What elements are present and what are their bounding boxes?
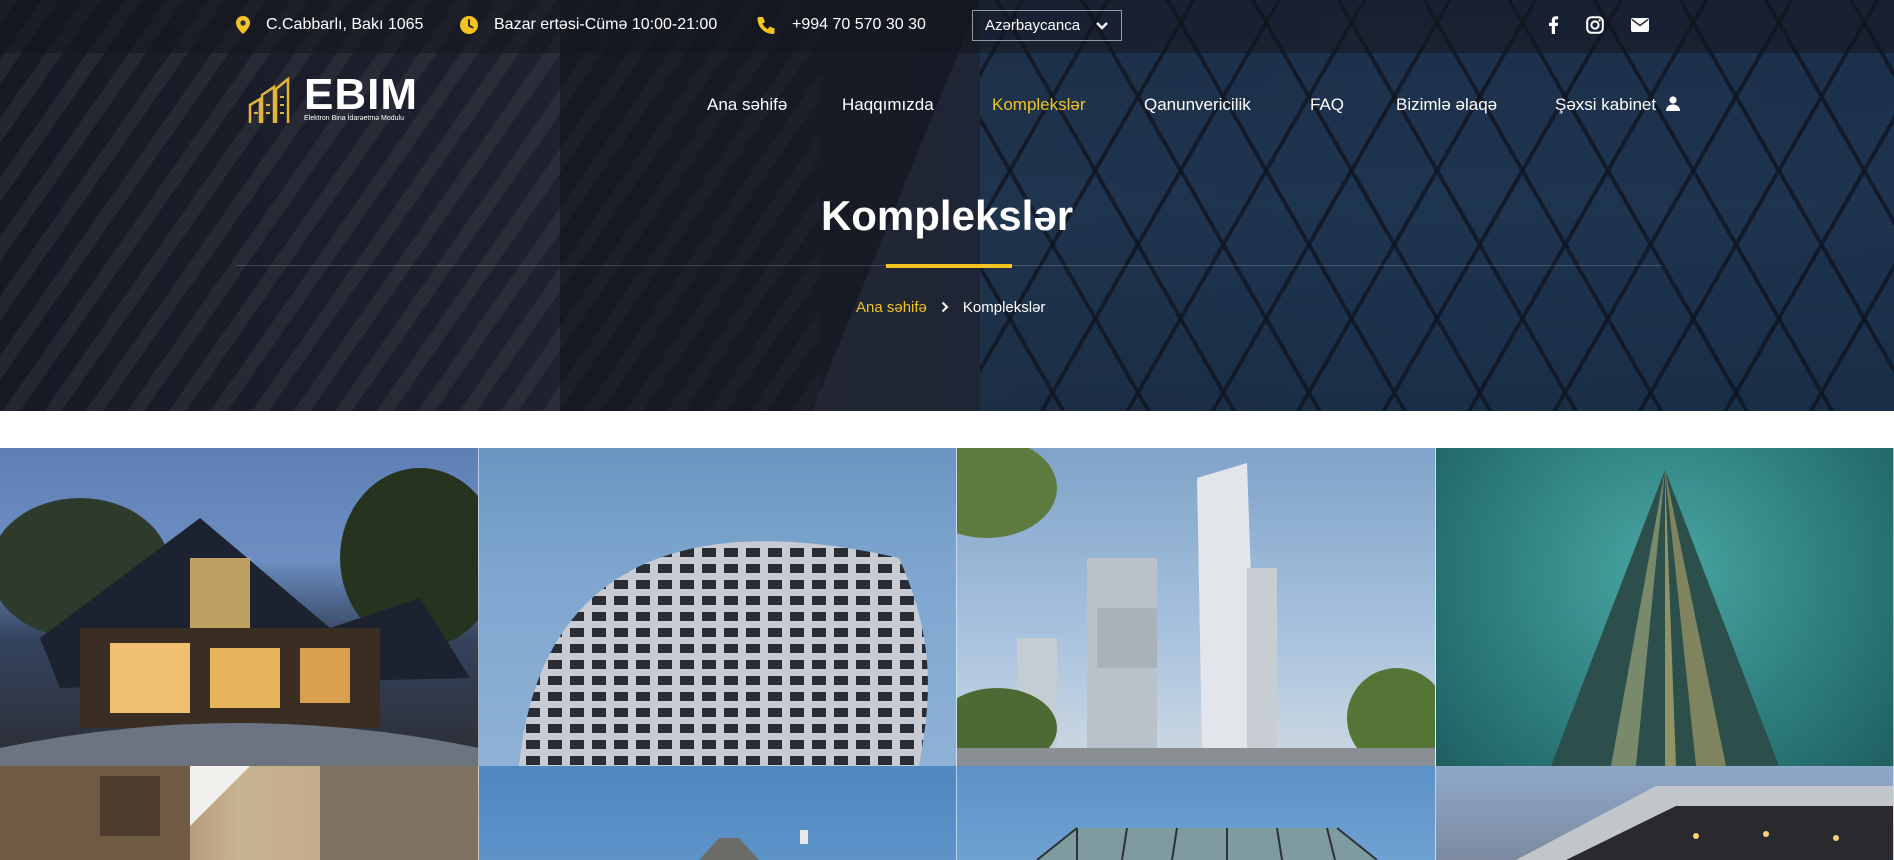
nav-item-cabinet[interactable]: Şəxsi kabinet [1555,95,1680,115]
house-photo [0,468,478,766]
language-selected: Azərbaycanca [985,17,1081,34]
hero-banner: C.Cabbarlı, Bakı 1065 Bazar ertəsi-Cümə … [0,0,1894,411]
gallery-tile-stone-wall[interactable] [0,766,479,860]
logo-name: EBIM [304,70,418,119]
hours-item: Bazar ertəsi-Cümə 10:00-21:00 [460,15,717,35]
nav-item-about[interactable]: Haqqımızda [842,95,934,115]
site-logo[interactable]: EBIM Elektron Bina İdarəetmə Modulu [248,70,428,127]
gallery-tile-canopy[interactable] [1436,766,1894,860]
nav-item-faq[interactable]: FAQ [1310,95,1344,115]
phone-icon [757,17,775,34]
address-item: C.Cabbarlı, Bakı 1065 [236,15,423,35]
hours-text: Bazar ertəsi-Cümə 10:00-21:00 [494,16,718,33]
phone-text[interactable]: +994 70 570 30 30 [792,16,926,34]
triangle-tower-photo [1551,470,1779,766]
map-pin-icon [236,16,250,34]
top-info-bar: C.Cabbarlı, Bakı 1065 Bazar ertəsi-Cümə … [0,0,1894,53]
nav-item-home[interactable]: Ana səhifə [707,95,787,115]
mail-icon[interactable] [1629,14,1651,36]
title-underline [886,264,1012,268]
address-text: C.Cabbarlı, Bakı 1065 [266,16,424,33]
breadcrumb-home[interactable]: Ana səhifə [856,299,927,316]
language-select[interactable]: Azərbaycanca [972,10,1122,41]
instagram-icon[interactable] [1584,14,1606,36]
nav-item-cabinet-label: Şəxsi kabinet [1555,95,1657,114]
page-title: Komplekslər [820,192,1074,239]
glass-roof-photo [1036,827,1378,860]
canopy-photo [1516,786,1893,860]
stone-wall-photo [0,766,478,860]
chevron-right-icon [941,301,949,313]
building-sky-photo [699,830,808,860]
gallery-tile-building-sky[interactable] [479,766,957,860]
logo-building-icon [248,77,290,123]
curved-facade-photo [519,541,928,766]
nav-item-legislation[interactable]: Qanunvericilik [1144,95,1251,115]
gallery-tile-curved-facade[interactable] [479,448,957,766]
phone-item[interactable]: +994 70 570 30 30 [756,15,926,35]
nav-item-contact[interactable]: Bizimlə əlaqə [1396,95,1497,115]
breadcrumb-current: Komplekslər [962,298,1046,316]
gallery-tile-house[interactable] [0,448,479,766]
gallery-tile-triangle-tower[interactable] [1436,448,1894,766]
logo-tagline: Elektron Bina İdarəetmə Modulu [304,115,404,122]
user-icon [1665,96,1680,111]
twin-towers-photo [957,448,1435,766]
gallery-tile-twin-towers[interactable] [957,448,1436,766]
clock-icon [460,16,478,34]
gallery-tile-glass-roof[interactable] [957,766,1436,860]
complexes-gallery [0,448,1894,860]
breadcrumb: Ana səhifə Komplekslər [856,297,1045,317]
chevron-down-icon [1096,22,1108,30]
facebook-icon[interactable] [1542,14,1564,36]
nav-item-complexes[interactable]: Komplekslər [992,95,1086,115]
